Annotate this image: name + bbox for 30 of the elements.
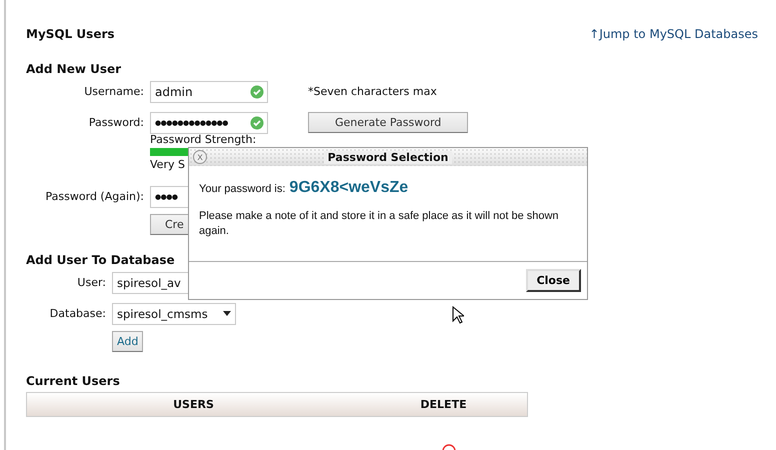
strength-label: Password Strength: xyxy=(150,133,256,146)
delete-icon[interactable] xyxy=(442,444,456,450)
section-title: Add User To Database xyxy=(26,253,176,267)
generated-password: 9G6X8<weVsZe xyxy=(289,179,408,197)
add-button[interactable]: Add xyxy=(112,331,144,352)
jump-link[interactable]: ↑Jump to MySQL Databases xyxy=(589,27,758,41)
database-select[interactable]: spiresol_cmsms xyxy=(112,302,236,324)
section-title: MySQL Users xyxy=(26,27,115,41)
dialog-title: Password Selection xyxy=(324,150,452,164)
generate-password-button[interactable]: Generate Password xyxy=(308,112,468,133)
strength-text: Very S xyxy=(150,158,185,171)
check-icon xyxy=(250,116,264,130)
field-label: Database: xyxy=(50,307,106,320)
close-icon[interactable]: X xyxy=(193,150,207,164)
close-button[interactable]: Close xyxy=(526,269,581,292)
hint-text: *Seven characters max xyxy=(308,85,438,98)
section-title: Current Users xyxy=(26,374,121,388)
column-header: USERS xyxy=(172,398,215,411)
field-label: Username: xyxy=(84,85,144,98)
field-label: Password: xyxy=(88,116,144,129)
check-icon xyxy=(250,84,264,98)
column-header: DELETE xyxy=(419,398,468,411)
password-intro: Your password is: xyxy=(199,183,286,195)
dialog-message: Please make a note of it and store it in a safe place as it will not be shown again. xyxy=(199,209,560,239)
field-label: Password (Again): xyxy=(46,190,144,203)
dropdown-arrow-icon xyxy=(223,311,231,316)
field-label: User: xyxy=(77,276,106,289)
section-title: Add New User xyxy=(26,62,122,76)
pointer-icon xyxy=(452,306,464,324)
username-field[interactable]: admin xyxy=(150,80,268,102)
